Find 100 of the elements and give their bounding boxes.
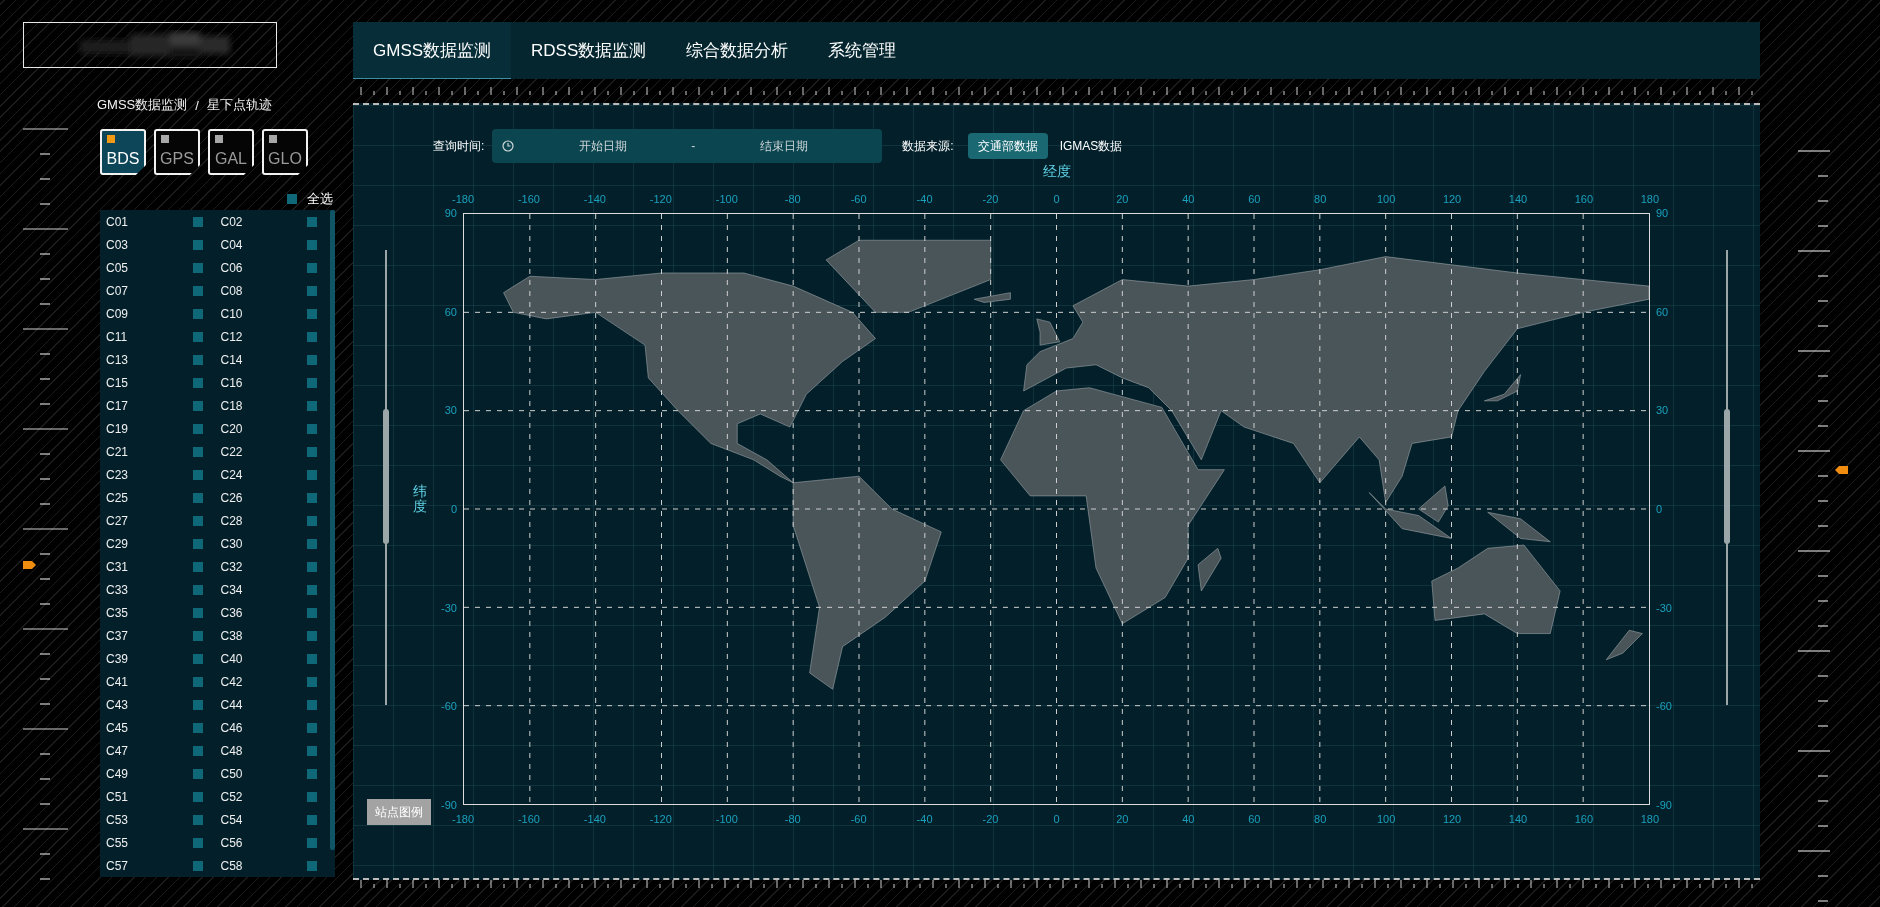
satellite-name: C25 (106, 490, 128, 505)
satellite-checkbox[interactable] (307, 331, 317, 342)
satellite-checkbox[interactable] (192, 469, 203, 480)
satellite-name: C10 (220, 306, 243, 321)
satellite-checkbox[interactable] (192, 216, 203, 227)
satellite-checkbox[interactable] (192, 561, 203, 572)
satellite-checkbox[interactable] (307, 607, 317, 618)
satellite-checkbox[interactable] (307, 469, 317, 480)
satellite-checkbox[interactable] (192, 607, 203, 618)
satellite-checkbox[interactable] (307, 630, 317, 641)
axis-tick-label: 60 (1247, 193, 1262, 205)
satellite-checkbox[interactable] (307, 722, 317, 733)
satellite-checkbox[interactable] (192, 239, 203, 250)
satellite-checkbox[interactable] (307, 837, 317, 848)
satellite-checkbox[interactable] (307, 377, 317, 388)
slider-handle[interactable] (383, 409, 389, 545)
satellite-name: C31 (106, 559, 128, 574)
satellite-checkbox[interactable] (192, 584, 203, 595)
axis-tick-label: -180 (451, 193, 475, 205)
satellite-checkbox[interactable] (307, 308, 317, 319)
satellite-checkbox[interactable] (192, 331, 203, 342)
satellite-checkbox[interactable] (307, 676, 317, 687)
satellite-checkbox[interactable] (192, 285, 203, 296)
satellite-name: C24 (220, 467, 243, 482)
satellite-checkbox[interactable] (192, 653, 203, 664)
satellite-name: C17 (106, 398, 128, 413)
satellite-checkbox[interactable] (192, 377, 203, 388)
satellite-checkbox[interactable] (307, 400, 317, 411)
constellation-button[interactable]: BDS (100, 129, 146, 175)
satellite-checkbox[interactable] (192, 814, 203, 825)
scrollbar[interactable] (330, 210, 335, 850)
satellite-checkbox[interactable] (307, 814, 317, 825)
satellite-checkbox[interactable] (192, 768, 203, 779)
satellite-checkbox[interactable] (192, 837, 203, 848)
nav-tab[interactable]: RDSS数据监测 (511, 22, 667, 79)
satellite-checkbox[interactable] (192, 538, 203, 549)
satellite-checkbox[interactable] (307, 653, 317, 664)
axis-tick-label: -100 (714, 193, 739, 205)
breadcrumb-item[interactable]: 星下点轨迹 (206, 96, 272, 114)
data-source-label: 数据来源: (902, 137, 954, 155)
slider-handle[interactable] (1724, 409, 1730, 545)
satellite-name: C03 (106, 237, 128, 252)
satellite-checkbox[interactable] (192, 400, 203, 411)
satellite-checkbox[interactable] (192, 446, 203, 457)
constellation-button[interactable]: GLO (262, 129, 308, 175)
satellite-checkbox[interactable] (192, 630, 203, 641)
clock-icon (502, 140, 515, 152)
satellite-checkbox[interactable] (307, 446, 317, 457)
satellite-checkbox[interactable] (307, 423, 317, 434)
satellite-checkbox[interactable] (307, 561, 317, 572)
satellite-checkbox[interactable] (192, 308, 203, 319)
select-all-checkbox[interactable] (287, 194, 297, 204)
satellite-checkbox[interactable] (307, 538, 317, 549)
satellite-name: C45 (106, 720, 128, 735)
satellite-checkbox[interactable] (192, 262, 203, 273)
satellite-checkbox[interactable] (307, 745, 317, 756)
breadcrumb-item[interactable]: GMSS数据监测 (97, 96, 188, 114)
data-source-option[interactable]: IGMAS数据 (1049, 133, 1133, 159)
satellite-checkbox[interactable] (192, 515, 203, 526)
end-date-field[interactable]: 结束日期 (695, 138, 873, 154)
satellite-checkbox[interactable] (192, 722, 203, 733)
satellite-checkbox[interactable] (307, 354, 317, 365)
satellite-checkbox[interactable] (307, 492, 317, 503)
nav-tab[interactable]: 系统管理 (808, 22, 917, 79)
axis-title: 纬度 (413, 483, 427, 515)
date-range-picker[interactable]: 开始日期 - 结束日期 (492, 129, 883, 163)
satellite-checkbox[interactable] (307, 262, 317, 273)
satellite-checkbox[interactable] (307, 791, 317, 802)
satellite-checkbox[interactable] (192, 745, 203, 756)
constellation-button[interactable]: GPS (154, 129, 200, 175)
satellite-name: C13 (106, 352, 128, 367)
axis-tick-label: -120 (648, 193, 673, 205)
satellite-name: C34 (220, 582, 243, 597)
satellite-checkbox[interactable] (307, 699, 317, 710)
satellite-checkbox[interactable] (307, 584, 317, 595)
axis-tick-label: 90 (1656, 206, 1669, 221)
satellite-checkbox[interactable] (307, 239, 317, 250)
satellite-checkbox[interactable] (307, 216, 317, 227)
data-source-option[interactable]: 交通部数据 (967, 133, 1048, 159)
axis-tick-label: 80 (1313, 193, 1328, 205)
satellite-checkbox[interactable] (192, 423, 203, 434)
satellite-checkbox[interactable] (307, 515, 317, 526)
satellite-checkbox[interactable] (192, 354, 203, 365)
axis-tick-label: 180 (1639, 813, 1661, 825)
satellite-checkbox[interactable] (192, 492, 203, 503)
axis-tick-label: 160 (1573, 193, 1595, 205)
satellite-checkbox[interactable] (307, 285, 317, 296)
satellite-checkbox[interactable] (192, 676, 203, 687)
satellite-checkbox[interactable] (307, 768, 317, 779)
nav-tab[interactable]: 综合数据分析 (666, 22, 809, 79)
satellite-checkbox[interactable] (192, 699, 203, 710)
satellite-checkbox[interactable] (192, 791, 203, 802)
nav-tab[interactable]: GMSS数据监测 (353, 22, 512, 79)
satellite-name: C38 (220, 628, 243, 643)
satellite-checkbox[interactable] (192, 860, 203, 871)
satellite-name: C29 (106, 536, 128, 551)
constellation-button[interactable]: GAL (208, 129, 254, 175)
start-date-field[interactable]: 开始日期 (514, 138, 692, 154)
satellite-checkbox[interactable] (307, 860, 317, 871)
axis-tick-label: -160 (516, 813, 541, 825)
